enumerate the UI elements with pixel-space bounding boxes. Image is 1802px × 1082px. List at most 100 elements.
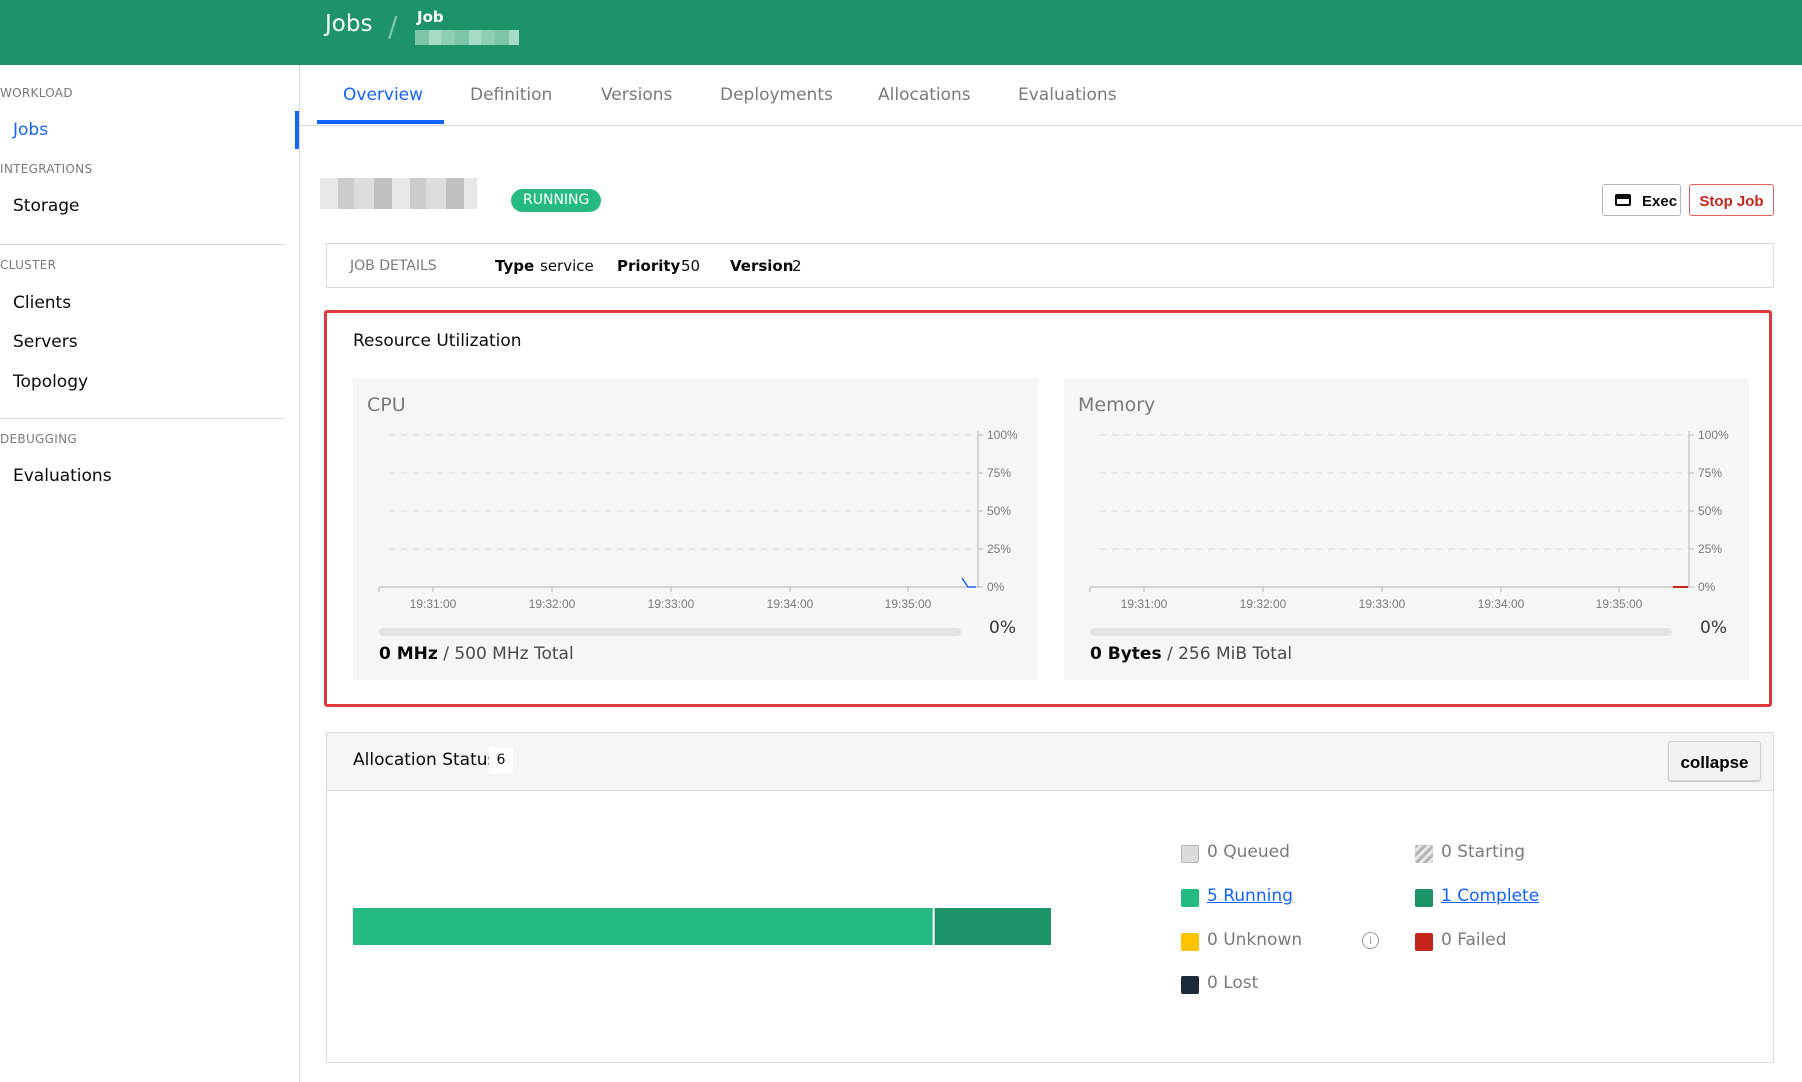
top-nav-bar: Jobs / Job bbox=[0, 0, 1802, 65]
collapse-button[interactable]: collapse bbox=[1668, 741, 1761, 781]
memory-chart: 100% 75% 50% 25% 0% 19:31:00 19:32:00 19:33:00 1… bbox=[1089, 428, 1729, 611]
job-details-bar: JOB DETAILS Type service Priority 50 Ver… bbox=[326, 243, 1774, 288]
legend-running-wrap: 5 Running bbox=[1207, 886, 1293, 906]
job-name-redacted bbox=[320, 178, 477, 209]
unknown-swatch bbox=[1181, 933, 1199, 951]
tab-deployments[interactable]: Deployments bbox=[720, 85, 833, 105]
queued-swatch bbox=[1181, 845, 1199, 863]
tab-definition[interactable]: Definition bbox=[470, 85, 552, 105]
complete-swatch bbox=[1415, 889, 1433, 907]
active-tab-underline bbox=[317, 120, 444, 124]
sidebar-item-jobs[interactable]: Jobs bbox=[13, 120, 48, 140]
sidebar-divider bbox=[0, 244, 285, 245]
lost-swatch bbox=[1181, 976, 1199, 994]
cpu-used-value: 0 MHz bbox=[379, 644, 438, 664]
memory-used-value: 0 Bytes bbox=[1090, 644, 1162, 664]
x-tick-label: 19:33:00 bbox=[648, 597, 695, 611]
memory-total-text: / 256 MiB Total bbox=[1161, 644, 1293, 664]
x-tick-label: 19:33:00 bbox=[1359, 597, 1406, 611]
sidebar-item-evaluations[interactable]: Evaluations bbox=[13, 466, 112, 486]
tab-versions[interactable]: Versions bbox=[601, 85, 672, 105]
breadcrumb-job-name-redacted[interactable] bbox=[415, 30, 519, 45]
exec-button[interactable]: Exec bbox=[1602, 184, 1681, 216]
job-type-label: Type bbox=[495, 257, 535, 275]
exec-button-label: Exec bbox=[1642, 193, 1678, 210]
job-priority-value: 50 bbox=[681, 257, 701, 275]
x-tick-label: 19:35:00 bbox=[885, 597, 932, 611]
job-details-title: JOB DETAILS bbox=[350, 258, 437, 274]
x-tick-label: 19:31:00 bbox=[410, 597, 457, 611]
memory-utilization-percent: 0% bbox=[1700, 618, 1727, 638]
sidebar-active-indicator bbox=[295, 111, 299, 149]
x-tick-label: 19:34:00 bbox=[1478, 597, 1525, 611]
job-tabs: Overview Definition Versions Deployments… bbox=[300, 65, 1802, 126]
cpu-chart: 100% 75% 50% 25% 0% 19:31:00 19:32:00 19:33:00 1… bbox=[378, 428, 1018, 611]
sidebar-section-integrations: INTEGRATIONS bbox=[0, 162, 93, 176]
y-tick-label: 0% bbox=[987, 580, 1005, 594]
y-tick-label: 75% bbox=[1698, 466, 1722, 480]
sidebar: WORKLOAD Jobs INTEGRATIONS Storage CLUST… bbox=[0, 65, 300, 1082]
legend-lost-label: 0 Lost bbox=[1207, 973, 1259, 993]
legend-complete-wrap: 1 Complete bbox=[1441, 886, 1539, 906]
y-tick-label: 50% bbox=[987, 504, 1011, 518]
x-tick-label: 19:34:00 bbox=[767, 597, 814, 611]
sidebar-item-topology[interactable]: Topology bbox=[13, 372, 88, 392]
cpu-chart-card: CPU 100% 75% 50% 25% 0% 19:31:00 19:32:00 19:33… bbox=[353, 378, 1038, 680]
sidebar-section-workload: WORKLOAD bbox=[0, 86, 73, 100]
memory-chart-card: Memory 100% 75% 50% 25% 0% 19:31:00 19:32:00 19… bbox=[1064, 378, 1749, 680]
series-line bbox=[961, 577, 976, 588]
cpu-total-text: / 500 MHz Total bbox=[437, 644, 574, 664]
breadcrumb-separator: / bbox=[388, 10, 398, 43]
x-tick-label: 19:35:00 bbox=[1596, 597, 1643, 611]
y-tick-label: 50% bbox=[1698, 504, 1722, 518]
tab-allocations[interactable]: Allocations bbox=[878, 85, 971, 105]
sidebar-divider bbox=[0, 418, 285, 419]
allocation-status-title: Allocation Status bbox=[353, 750, 497, 770]
job-version-value: 2 bbox=[792, 257, 802, 275]
sidebar-item-clients[interactable]: Clients bbox=[13, 293, 71, 313]
sidebar-item-servers[interactable]: Servers bbox=[13, 332, 78, 352]
complete-allocations-link[interactable]: 1 Complete bbox=[1441, 886, 1539, 906]
memory-utilization-bar bbox=[1090, 628, 1672, 636]
legend-failed-label: 0 Failed bbox=[1441, 930, 1507, 950]
y-tick-label: 0% bbox=[1698, 580, 1716, 594]
x-tick-label: 19:31:00 bbox=[1121, 597, 1168, 611]
legend-queued-label: 0 Queued bbox=[1207, 842, 1290, 862]
tab-overview[interactable]: Overview bbox=[343, 85, 423, 105]
legend-unknown-label: 0 Unknown bbox=[1207, 930, 1303, 950]
allocation-status-bar bbox=[353, 908, 1051, 945]
running-allocations-link[interactable]: 5 Running bbox=[1207, 886, 1293, 906]
sidebar-section-debugging: DEBUGGING bbox=[0, 432, 77, 446]
allocation-status-panel: Allocation Status 6 collapse bbox=[326, 732, 1774, 1063]
job-priority-label: Priority bbox=[617, 257, 681, 275]
legend-starting-label: 0 Starting bbox=[1441, 842, 1526, 862]
x-tick-label: 19:32:00 bbox=[529, 597, 576, 611]
y-tick-label: 25% bbox=[1698, 542, 1722, 556]
allocation-bar-complete bbox=[934, 908, 1051, 945]
resource-utilization-title: Resource Utilization bbox=[353, 331, 522, 351]
running-swatch bbox=[1181, 889, 1199, 907]
resource-utilization-panel: Resource Utilization CPU 100% 75% 50% 25% 0%… bbox=[324, 310, 1772, 707]
breadcrumb-job-label: Job bbox=[417, 8, 444, 26]
cpu-utilization-bar bbox=[379, 628, 961, 636]
allocation-bar-running bbox=[353, 908, 933, 945]
allocation-status-header: Allocation Status 6 collapse bbox=[327, 733, 1773, 791]
job-type-value: service bbox=[540, 257, 594, 275]
x-tick-label: 19:32:00 bbox=[1240, 597, 1287, 611]
breadcrumb-jobs-link[interactable]: Jobs bbox=[325, 11, 372, 37]
cpu-utilization-text: 0 MHz / 500 MHz Total bbox=[379, 644, 574, 664]
job-version-label: Version bbox=[730, 257, 794, 275]
info-icon[interactable]: i bbox=[1362, 932, 1379, 949]
y-tick-label: 25% bbox=[987, 542, 1011, 556]
stop-job-button[interactable]: Stop Job bbox=[1689, 184, 1774, 216]
job-status-badge: RUNNING bbox=[511, 189, 602, 212]
cpu-utilization-percent: 0% bbox=[989, 618, 1016, 638]
terminal-icon bbox=[1615, 194, 1631, 206]
sidebar-item-storage[interactable]: Storage bbox=[13, 196, 80, 216]
sidebar-section-cluster: CLUSTER bbox=[0, 258, 57, 272]
y-tick-label: 75% bbox=[987, 466, 1011, 480]
allocation-count-badge: 6 bbox=[489, 747, 513, 774]
tab-evaluations[interactable]: Evaluations bbox=[1018, 85, 1117, 105]
y-tick-label: 100% bbox=[1698, 428, 1729, 442]
failed-swatch bbox=[1415, 933, 1433, 951]
